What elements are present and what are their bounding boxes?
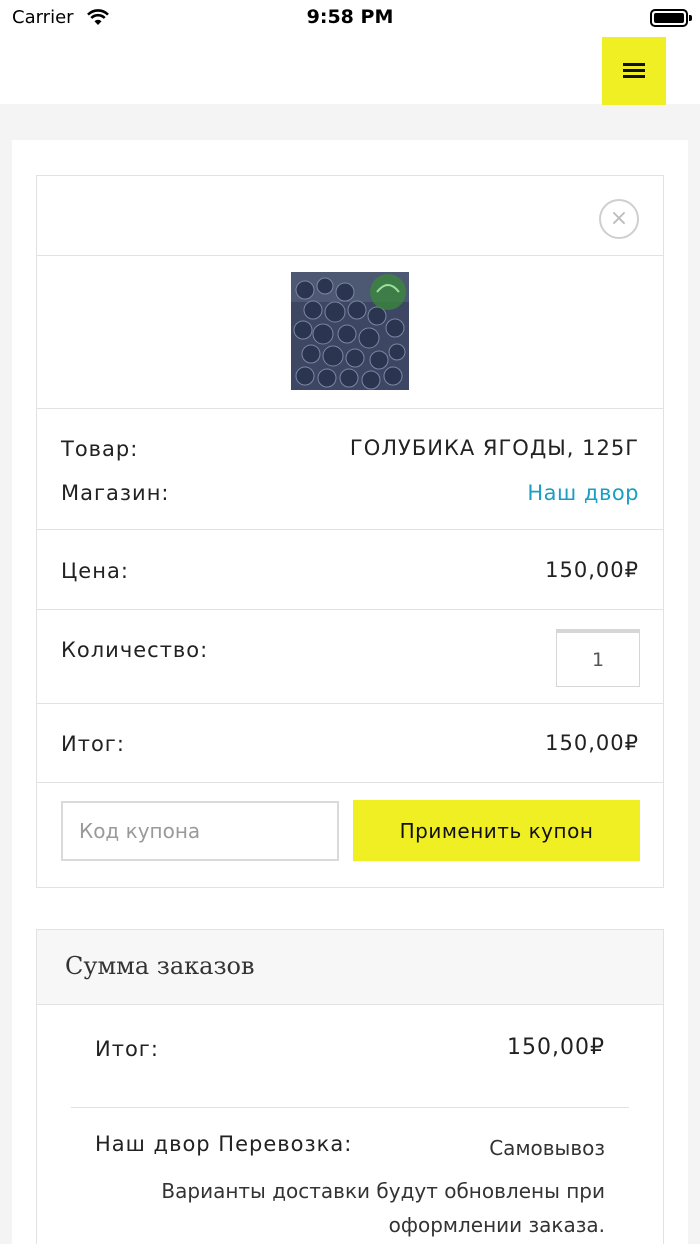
- cart-product-row: Товар: ГОЛУБИКА ЯГОДЫ, 125Г Магазин: Наш…: [37, 409, 663, 530]
- status-bar: Carrier 9:58 PM: [0, 0, 700, 36]
- remove-item-button[interactable]: ×: [599, 199, 639, 239]
- summary-header: Сумма заказов: [37, 930, 663, 1005]
- shop-link[interactable]: Наш двор: [527, 481, 639, 505]
- total-label: Итог:: [61, 732, 125, 756]
- cart-thumbnail-row: [37, 256, 663, 409]
- close-icon: ×: [609, 206, 629, 231]
- quantity-input[interactable]: 1: [556, 629, 640, 687]
- apply-coupon-button[interactable]: Применить купон: [353, 800, 640, 861]
- product-thumbnail[interactable]: [291, 272, 409, 390]
- cart-price-row: Цена: 150,00₽: [37, 530, 663, 610]
- shop-label: Магазин:: [61, 481, 170, 505]
- menu-button[interactable]: [602, 37, 666, 105]
- clock: 9:58 PM: [306, 6, 394, 28]
- cart-coupon-row: Код купона Применить купон: [37, 783, 663, 887]
- shipping-label: Наш двор Перевозка:: [95, 1132, 353, 1156]
- cart-quantity-row: Количество: 1: [37, 610, 663, 704]
- price-label: Цена:: [61, 559, 129, 583]
- product-label: Товар:: [61, 437, 139, 461]
- summary-total-label: Итог:: [95, 1037, 159, 1061]
- cart-remove-row: ×: [37, 176, 663, 256]
- summary-title: Сумма заказов: [65, 952, 255, 980]
- product-name[interactable]: ГОЛУБИКА ЯГОДЫ, 125Г: [350, 436, 639, 460]
- shipping-note: Варианты доставки будут обновлены при оф…: [161, 1179, 605, 1237]
- price-value: 150,00₽: [545, 558, 639, 582]
- order-summary: Сумма заказов Итог: 150,00₽ Наш двор Пер…: [36, 929, 664, 1244]
- summary-total-value: 150,00₽: [507, 1035, 605, 1060]
- header: [0, 36, 700, 105]
- cart-table: × Товар: ГОЛУБИКА ЯГОДЫ, 125Г Магазин: Н…: [36, 175, 664, 888]
- total-value: 150,00₽: [545, 731, 639, 755]
- shipping-method: Самовывоз: [489, 1136, 605, 1160]
- page-content: × Товар: ГОЛУБИКА ЯГОДЫ, 125Г Магазин: Н…: [12, 140, 688, 1244]
- battery-icon: [650, 9, 692, 27]
- cart-total-row: Итог: 150,00₽: [37, 704, 663, 783]
- hamburger-icon: [623, 63, 645, 79]
- quantity-label: Количество:: [61, 638, 209, 662]
- summary-total-row: Итог: 150,00₽: [71, 1005, 629, 1108]
- coupon-input[interactable]: Код купона: [61, 801, 339, 861]
